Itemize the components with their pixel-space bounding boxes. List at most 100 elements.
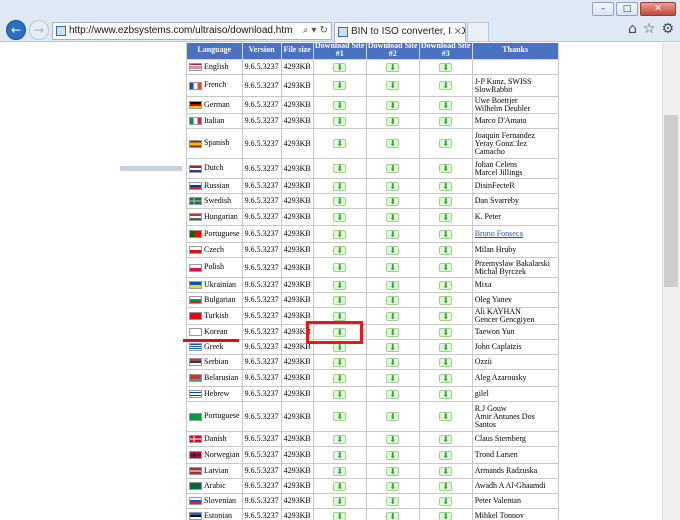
back-button[interactable]: ← bbox=[6, 20, 26, 40]
download-icon[interactable]: ⬇ bbox=[439, 212, 453, 222]
download-icon[interactable]: ⬇ bbox=[386, 481, 400, 491]
download-icon[interactable]: ⬇ bbox=[386, 342, 400, 352]
download-icon[interactable]: ⬇ bbox=[333, 466, 347, 476]
download-icon[interactable]: ⬇ bbox=[333, 212, 347, 222]
download-icon[interactable]: ⬇ bbox=[333, 511, 347, 520]
download-icon[interactable]: ⬇ bbox=[333, 164, 347, 173]
browser-tab[interactable]: BIN to ISO converter, ISO ... × bbox=[334, 22, 466, 42]
download-icon[interactable]: ⬇ bbox=[333, 139, 347, 148]
download-icon[interactable]: ⬇ bbox=[333, 434, 347, 444]
download-icon[interactable]: ⬇ bbox=[386, 327, 400, 337]
download-icon[interactable]: ⬇ bbox=[439, 196, 453, 206]
download-icon[interactable]: ⬇ bbox=[333, 100, 347, 110]
download-icon[interactable]: ⬇ bbox=[386, 496, 400, 506]
minimize-button[interactable]: – bbox=[592, 2, 614, 16]
download-icon[interactable]: ⬇ bbox=[386, 434, 400, 444]
download-icon[interactable]: ⬇ bbox=[439, 280, 453, 290]
address-bar[interactable]: http://www.ezbsystems.com/ultraiso/downl… bbox=[52, 22, 332, 40]
flag-icon bbox=[189, 482, 202, 491]
download-icon[interactable]: ⬇ bbox=[333, 295, 347, 305]
download-icon[interactable]: ⬇ bbox=[386, 139, 400, 148]
home-icon[interactable]: ⌂ bbox=[628, 21, 637, 37]
download-icon[interactable]: ⬇ bbox=[333, 450, 347, 460]
download-icon[interactable]: ⬇ bbox=[439, 496, 453, 506]
download-icon[interactable]: ⬇ bbox=[439, 62, 453, 72]
download-icon[interactable]: ⬇ bbox=[439, 373, 453, 383]
download-icon[interactable]: ⬇ bbox=[386, 212, 400, 222]
download-icon[interactable]: ⬇ bbox=[439, 511, 453, 520]
download-icon[interactable]: ⬇ bbox=[333, 357, 347, 367]
download-icon[interactable]: ⬇ bbox=[439, 263, 453, 272]
table-row: Serbian 9.6.5.3237 4293KB ⬇ ⬇ ⬇ Ozzii bbox=[186, 354, 559, 370]
download-icon[interactable]: ⬇ bbox=[439, 466, 453, 476]
thanks-link[interactable]: Bruno Fonseca bbox=[475, 229, 523, 238]
download-icon[interactable]: ⬇ bbox=[439, 181, 453, 191]
download-icon[interactable]: ⬇ bbox=[386, 81, 400, 90]
download-icon[interactable]: ⬇ bbox=[386, 389, 400, 399]
forward-button[interactable]: → bbox=[29, 20, 49, 40]
download-icon[interactable]: ⬇ bbox=[439, 412, 453, 421]
download-icon[interactable]: ⬇ bbox=[333, 311, 347, 321]
download-icon[interactable]: ⬇ bbox=[333, 229, 347, 239]
download-icon[interactable]: ⬇ bbox=[333, 481, 347, 491]
scrollbar-thumb[interactable] bbox=[664, 115, 678, 287]
download-icon[interactable]: ⬇ bbox=[386, 295, 400, 305]
download-icon[interactable]: ⬇ bbox=[386, 373, 400, 383]
download-icon[interactable]: ⬇ bbox=[439, 327, 453, 337]
download-icon[interactable]: ⬇ bbox=[439, 481, 453, 491]
download-icon[interactable]: ⬇ bbox=[439, 389, 453, 399]
download-icon[interactable]: ⬇ bbox=[386, 280, 400, 290]
download-icon[interactable]: ⬇ bbox=[386, 181, 400, 191]
address-tools[interactable]: ⌕ ▾ ↻ bbox=[298, 23, 328, 39]
settings-icon[interactable]: ⚙ bbox=[661, 21, 674, 37]
download-icon[interactable]: ⬇ bbox=[439, 434, 453, 444]
download-icon[interactable]: ⬇ bbox=[386, 311, 400, 321]
download-icon[interactable]: ⬇ bbox=[439, 81, 453, 90]
download-icon[interactable]: ⬇ bbox=[386, 466, 400, 476]
download-icon[interactable]: ⬇ bbox=[333, 245, 347, 255]
download-icon[interactable]: ⬇ bbox=[386, 263, 400, 272]
download-icon[interactable]: ⬇ bbox=[333, 196, 347, 206]
close-window-button[interactable]: ✕ bbox=[640, 2, 676, 16]
download-icon[interactable]: ⬇ bbox=[439, 245, 453, 255]
download-icon[interactable]: ⬇ bbox=[386, 164, 400, 173]
download-icon[interactable]: ⬇ bbox=[333, 81, 347, 90]
download-icon[interactable]: ⬇ bbox=[386, 245, 400, 255]
download-icon[interactable]: ⬇ bbox=[386, 357, 400, 367]
download-icon[interactable]: ⬇ bbox=[386, 196, 400, 206]
download-icon[interactable]: ⬇ bbox=[439, 164, 453, 173]
download-icon[interactable]: ⬇ bbox=[333, 116, 347, 126]
download-icon[interactable]: ⬇ bbox=[333, 389, 347, 399]
download-icon[interactable]: ⬇ bbox=[333, 280, 347, 290]
download-icon[interactable]: ⬇ bbox=[333, 181, 347, 191]
download-icon[interactable]: ⬇ bbox=[386, 116, 400, 126]
download-icon[interactable]: ⬇ bbox=[439, 100, 453, 110]
tab-close-icon[interactable]: × bbox=[451, 23, 462, 41]
download-icon[interactable]: ⬇ bbox=[439, 139, 453, 148]
download-icon[interactable]: ⬇ bbox=[386, 412, 400, 421]
download-icon[interactable]: ⬇ bbox=[439, 311, 453, 321]
download-icon[interactable]: ⬇ bbox=[439, 295, 453, 305]
favorites-icon[interactable]: ☆ bbox=[643, 21, 656, 37]
download-icon[interactable]: ⬇ bbox=[333, 373, 347, 383]
download-icon[interactable]: ⬇ bbox=[333, 62, 347, 72]
download-icon[interactable]: ⬇ bbox=[386, 100, 400, 110]
download-icon[interactable]: ⬇ bbox=[333, 263, 347, 272]
download-icon[interactable]: ⬇ bbox=[439, 342, 453, 352]
table-row: French 9.6.5.3237 4293KB ⬇ ⬇ ⬇ J-P Kunz, SWISS… bbox=[186, 74, 559, 97]
download-icon[interactable]: ⬇ bbox=[439, 229, 453, 239]
download-icon[interactable]: ⬇ bbox=[386, 511, 400, 520]
cell-thanks[interactable]: Bruno Fonseca bbox=[471, 225, 559, 243]
cell-download-site-2: ⬇ bbox=[365, 74, 420, 97]
maximize-button[interactable]: □ bbox=[616, 2, 638, 16]
new-tab-button[interactable] bbox=[467, 22, 489, 42]
download-icon[interactable]: ⬇ bbox=[386, 450, 400, 460]
cell-version: 9.6.5.3237 bbox=[241, 257, 282, 278]
download-icon[interactable]: ⬇ bbox=[386, 229, 400, 239]
download-icon[interactable]: ⬇ bbox=[439, 116, 453, 126]
download-icon[interactable]: ⬇ bbox=[439, 357, 453, 367]
download-icon[interactable]: ⬇ bbox=[333, 496, 347, 506]
download-icon[interactable]: ⬇ bbox=[386, 62, 400, 72]
download-icon[interactable]: ⬇ bbox=[439, 450, 453, 460]
download-icon[interactable]: ⬇ bbox=[333, 412, 347, 421]
